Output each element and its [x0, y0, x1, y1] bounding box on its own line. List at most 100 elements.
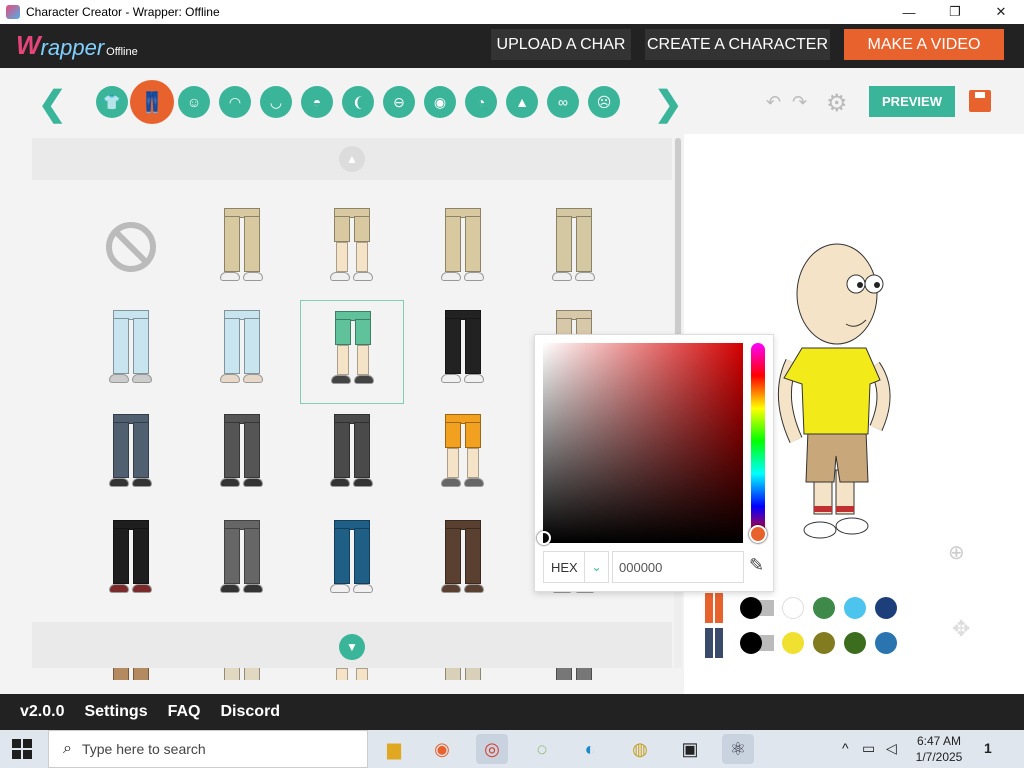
- app-header: W rapper Offline UPLOAD A CHAR CREATE A …: [0, 24, 1024, 68]
- close-button[interactable]: ✕: [978, 0, 1024, 24]
- undo-icon[interactable]: ↶: [766, 92, 781, 113]
- file-explorer-icon[interactable]: ▆: [378, 734, 410, 764]
- tray-date: 1/7/2025: [915, 750, 963, 764]
- make-video-button[interactable]: MAKE A VIDEO: [844, 29, 1004, 60]
- lower-body-option[interactable]: [411, 404, 515, 508]
- category-hair-icon[interactable]: ◠: [219, 86, 251, 118]
- redo-icon[interactable]: ↷: [792, 92, 807, 113]
- category-lower-body-icon[interactable]: 👖: [130, 80, 174, 124]
- shorts-icon: [331, 309, 374, 384]
- save-icon[interactable]: [969, 90, 991, 112]
- volume-icon[interactable]: ◁: [886, 740, 897, 757]
- color-swatch[interactable]: [844, 597, 866, 619]
- pants-part-icon[interactable]: [705, 593, 723, 623]
- firefox-icon[interactable]: ◉: [426, 734, 458, 764]
- color-swatch[interactable]: [782, 632, 804, 654]
- color-swatch[interactable]: [875, 597, 897, 619]
- shorts-icon: [441, 412, 484, 487]
- pants-icon: [109, 412, 152, 487]
- settings-link[interactable]: Settings: [84, 703, 147, 721]
- edge-icon[interactable]: ◐: [574, 734, 606, 764]
- chrome-icon[interactable]: ◎: [476, 734, 508, 764]
- logo-text: rapper: [40, 35, 105, 60]
- saturation-value-area[interactable]: [543, 343, 743, 543]
- 7zip-icon[interactable]: ▣: [674, 734, 706, 764]
- minimize-button[interactable]: —: [886, 0, 932, 24]
- lower-body-option[interactable]: [300, 510, 404, 614]
- category-face-icon[interactable]: ☺: [178, 86, 210, 118]
- window-title: Character Creator - Wrapper: Offline: [26, 5, 220, 19]
- start-icon[interactable]: [12, 739, 32, 759]
- network-icon[interactable]: ▭: [862, 740, 875, 757]
- color-swatch[interactable]: [782, 597, 804, 619]
- lower-body-option[interactable]: [300, 404, 404, 508]
- lower-body-option[interactable]: [411, 510, 515, 614]
- tray-chevron-icon[interactable]: ^: [842, 740, 849, 756]
- faq-link[interactable]: FAQ: [168, 703, 201, 721]
- lower-body-option[interactable]: [190, 198, 294, 302]
- prohibited-icon: [106, 222, 156, 272]
- lower-body-option[interactable]: [300, 198, 404, 302]
- lower-body-option[interactable]: [411, 300, 515, 404]
- color-mode-select[interactable]: HEX ⌄: [543, 551, 609, 583]
- category-facial-hair-icon[interactable]: ◡: [260, 86, 292, 118]
- search-icon: ⌕: [63, 740, 72, 757]
- electron-icon[interactable]: ⚛: [722, 734, 754, 764]
- scroll-down-bar[interactable]: ▼: [32, 622, 672, 668]
- lower-body-option[interactable]: [411, 198, 515, 302]
- category-eyebrows-icon[interactable]: ⊖: [383, 86, 415, 118]
- eyedropper-icon[interactable]: ✎: [749, 555, 764, 576]
- category-mask-icon[interactable]: ☹: [588, 86, 620, 118]
- color-swatch[interactable]: [813, 597, 835, 619]
- lower-body-option[interactable]: [190, 510, 294, 614]
- lower-body-option[interactable]: [79, 300, 183, 404]
- category-eyes-icon[interactable]: ◉: [424, 86, 456, 118]
- lower-body-option[interactable]: [190, 300, 294, 404]
- category-ear-icon[interactable]: ❨: [342, 86, 374, 118]
- lower-body-option[interactable]: [522, 198, 626, 302]
- scroll-up-bar[interactable]: ▲: [32, 138, 672, 180]
- category-glasses-icon[interactable]: ∞: [547, 86, 579, 118]
- maximize-button[interactable]: ❐: [932, 0, 978, 24]
- tray-clock[interactable]: 6:47 AM 1/7/2025: [912, 733, 966, 765]
- lower-body-option[interactable]: [190, 404, 294, 508]
- sv-handle[interactable]: [537, 531, 551, 545]
- logo-suffix: Offline: [106, 46, 138, 58]
- hue-handle[interactable]: [749, 525, 767, 543]
- lower-body-option[interactable]: [300, 300, 404, 404]
- scroll-up-icon[interactable]: ▲: [339, 146, 365, 172]
- prev-category-arrow-icon[interactable]: ❮: [38, 84, 67, 124]
- green-app-icon[interactable]: ◌: [526, 734, 558, 764]
- zoom-in-icon[interactable]: ⊕: [948, 540, 965, 565]
- move-icon[interactable]: ✥: [952, 616, 970, 642]
- scroll-down-icon[interactable]: ▼: [339, 634, 365, 660]
- scrollbar-thumb[interactable]: [675, 138, 681, 338]
- category-nose-icon[interactable]: ▲: [506, 86, 538, 118]
- lower-body-option[interactable]: [79, 404, 183, 508]
- hue-slider[interactable]: [751, 343, 765, 539]
- upload-char-button[interactable]: UPLOAD A CHAR: [491, 29, 631, 60]
- color-swatch[interactable]: [813, 632, 835, 654]
- gear-icon[interactable]: ⚙: [826, 89, 848, 118]
- taskbar-search[interactable]: ⌕ Type here to search: [48, 730, 368, 768]
- chevron-down-icon[interactable]: ⌄: [584, 552, 608, 582]
- color-swatch[interactable]: [844, 632, 866, 654]
- hex-color-input[interactable]: [612, 551, 744, 583]
- notification-icon[interactable]: 1: [984, 740, 992, 756]
- preview-button[interactable]: PREVIEW: [869, 86, 955, 117]
- lower-body-option[interactable]: [79, 510, 183, 614]
- category-eyelids-icon[interactable]: ◔: [465, 86, 497, 118]
- current-color-swatch[interactable]: [740, 632, 776, 654]
- no-item-option[interactable]: [79, 198, 183, 302]
- color-swatch[interactable]: [875, 632, 897, 654]
- category-mouth-icon[interactable]: ◓: [301, 86, 333, 118]
- wrapper-logo[interactable]: W rapper Offline: [16, 30, 138, 61]
- windows-taskbar: ⌕ Type here to search ▆ ◉ ◎ ◌ ◐ ◍ ▣ ⚛ ^ …: [0, 730, 1024, 768]
- create-character-button[interactable]: CREATE A CHARACTER: [645, 29, 830, 60]
- discord-link[interactable]: Discord: [221, 703, 281, 721]
- next-category-arrow-icon[interactable]: ❯: [654, 84, 683, 124]
- current-color-swatch[interactable]: [740, 597, 776, 619]
- category-upper-body-icon[interactable]: 👕: [96, 86, 128, 118]
- legs-part-icon[interactable]: [705, 628, 723, 658]
- yellow-app-icon[interactable]: ◍: [624, 734, 656, 764]
